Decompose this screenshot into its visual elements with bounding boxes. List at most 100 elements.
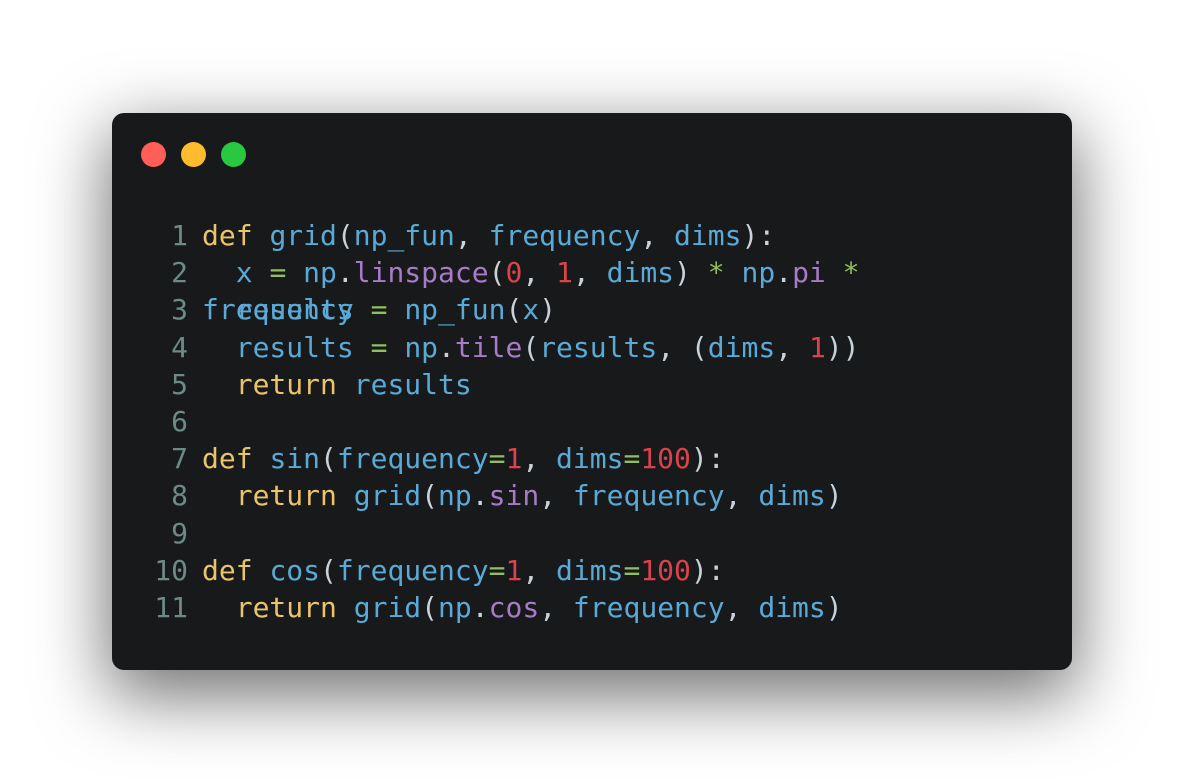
code-token: , [522,442,557,476]
line-number: 11 [154,591,188,624]
code-token: ): [690,442,725,476]
line-number: 5 [171,367,188,401]
code-text: x = np.linspace(0, 1, dims) * np.pi * [202,254,860,291]
code-token: grid [353,479,422,513]
code-token: dims [556,442,624,476]
zoom-window-button[interactable] [221,142,246,167]
code-token: 0 [505,256,523,290]
code-token: np [438,591,472,624]
code-token: 1 [556,256,573,290]
code-token: np_fun [404,293,506,327]
code-token: x [522,293,540,327]
code-token: ) [825,591,843,624]
code-token: . [775,256,793,290]
code-token: return [235,591,337,624]
code-token: np_fun [353,219,455,252]
code-token: dims [674,219,742,252]
code-token: , [775,330,809,364]
line-number: 9 [171,516,188,550]
code-token: def [202,553,253,587]
close-window-button[interactable] [141,142,166,167]
code-token: np [438,479,472,513]
line-number: 8 [171,479,188,513]
code-token: = [623,442,641,476]
code-token: ) [539,293,557,327]
code-token: ( [522,330,540,364]
code-token: results [235,293,354,327]
code-token: def [202,442,253,476]
code-token: cos [269,553,321,587]
code-token: cos [488,591,540,624]
code-token: ( [336,219,354,252]
code-text: return grid(np.sin, frequency, dims) [202,477,843,514]
code-token: 1 [505,442,523,476]
code-token: * [842,256,860,290]
code-token: , [724,479,759,513]
code-token: np [741,256,776,290]
code-token: dims [606,256,675,290]
code-token: return [235,479,337,513]
code-text: results = np.tile(results, (dims, 1)) [202,329,860,366]
code-token: , [572,256,607,290]
code-token: grid [269,219,337,252]
line-number: 4 [171,330,188,364]
code-token: . [471,479,489,513]
code-text: return results [202,366,472,403]
code-token: . [336,256,354,290]
line-number: 7 [171,442,188,476]
code-token: linspace [353,256,489,290]
code-token: = [370,330,388,364]
code-token: def [202,219,253,252]
code-text: return grid(np.cos, frequency, dims) [202,589,843,626]
code-window: 1 def grid(np_fun, frequency, dims): 2 x =… [112,113,1072,670]
code-text: results = np_fun(x) [202,291,556,328]
code-token: . [438,330,455,364]
code-token: np [303,256,337,290]
code-token: ( [320,553,337,587]
code-token: ): [690,553,725,587]
code-token: dims [758,591,826,624]
code-token: , [454,219,489,252]
code-token: = [370,293,388,327]
code-token: ( [320,442,337,476]
code-text: def sin(frequency=1, dims=100): [202,440,725,477]
code-token: dims [758,479,826,513]
line-number: 1 [171,219,188,252]
code-token: 100 [640,442,691,476]
minimize-window-button[interactable] [181,142,206,167]
line-number: 10 [154,553,188,587]
code-token: , [724,591,759,624]
code-token: ( [488,256,506,290]
code-token: tile [454,330,523,364]
code-token: pi [792,256,826,290]
code-token: = [623,553,641,587]
code-token: . [471,591,489,624]
code-token: results [353,367,472,401]
code-token: , [522,553,557,587]
code-token: sin [488,479,540,513]
code-token: grid [353,591,422,624]
code-token: 1 [505,553,523,587]
code-token: , [522,256,557,290]
line-number: 2 [171,256,188,290]
code-token: , ( [657,330,708,364]
code-token: ( [421,591,439,624]
code-token: )) [825,330,860,364]
code-token: return [235,367,337,401]
